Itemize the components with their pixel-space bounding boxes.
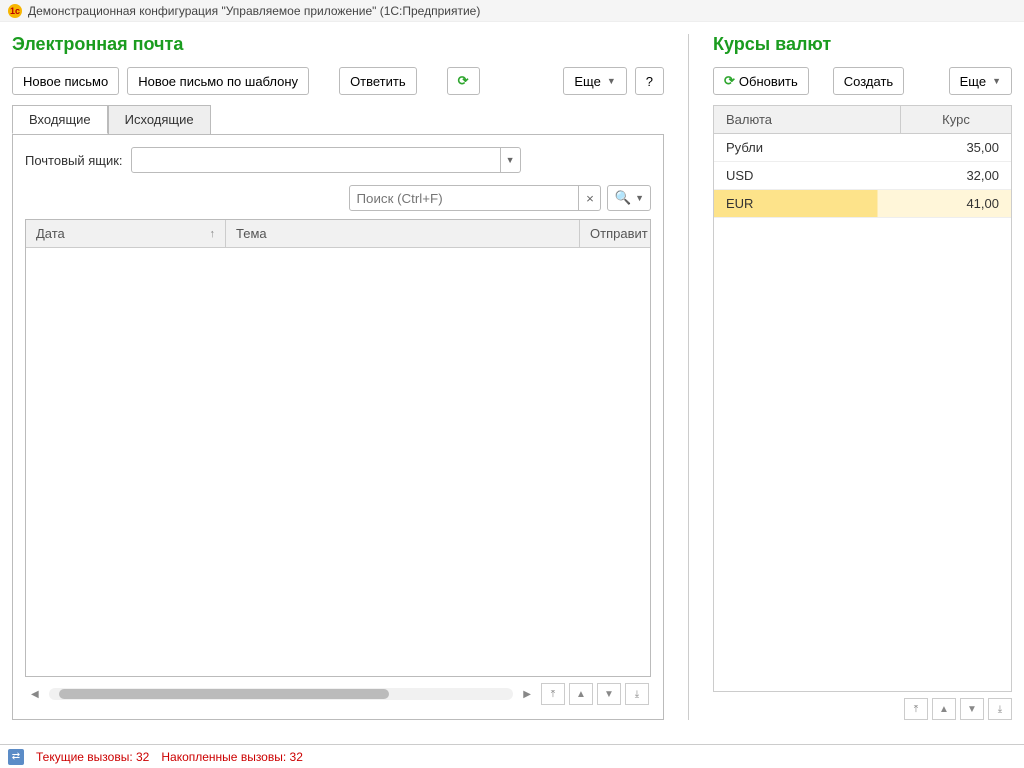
mailbox-dropdown-button[interactable]: ▼: [501, 147, 521, 173]
window-title-bar: 1c Демонстрационная конфигурация "Управл…: [0, 0, 1024, 22]
column-currency[interactable]: Валюта: [714, 106, 901, 133]
reply-button[interactable]: Ответить: [339, 67, 417, 95]
column-rate[interactable]: Курс: [901, 106, 1011, 133]
refresh-rates-button[interactable]: ⟳Обновить: [713, 67, 809, 95]
rate-currency: USD: [714, 168, 901, 183]
rates-more-button[interactable]: Еще▼: [949, 67, 1012, 95]
rates-nav-up-button[interactable]: ▲: [932, 698, 956, 720]
email-toolbar: Новое письмо Новое письмо по шаблону Отв…: [12, 67, 664, 95]
search-button[interactable]: 🔍▼: [607, 185, 651, 211]
nav-down-button[interactable]: ▼: [597, 683, 621, 705]
new-mail-button[interactable]: Новое письмо: [12, 67, 119, 95]
rate-value: 35,00: [901, 140, 1011, 155]
email-grid-body[interactable]: [26, 248, 650, 676]
email-help-button[interactable]: ?: [635, 67, 664, 95]
tab-inbox[interactable]: Входящие: [12, 105, 108, 134]
rates-panel: Курсы валют ⟳Обновить Создать Еще▼ Валют…: [701, 34, 1012, 720]
email-more-button[interactable]: Еще▼: [563, 67, 626, 95]
email-tabs: Входящие Исходящие: [12, 105, 664, 135]
status-current-calls: Текущие вызовы: 32: [36, 750, 149, 764]
rates-nav-first-button[interactable]: ⤒: [904, 698, 928, 720]
rate-value: 41,00: [901, 196, 1011, 211]
email-panel-title: Электронная почта: [12, 34, 664, 55]
mailbox-label: Почтовый ящик:: [25, 153, 123, 168]
nav-last-button[interactable]: ⤓: [625, 683, 649, 705]
email-panel: Электронная почта Новое письмо Новое пис…: [12, 34, 664, 720]
rate-row[interactable]: USD32,00: [714, 162, 1011, 190]
column-from[interactable]: Отправит: [580, 220, 650, 247]
rate-value: 32,00: [901, 168, 1011, 183]
email-grid: Дата↑ Тема Отправит: [25, 219, 651, 677]
search-input[interactable]: [349, 185, 579, 211]
rates-nav-down-button[interactable]: ▼: [960, 698, 984, 720]
scroll-right-button[interactable]: ▶: [519, 689, 535, 700]
rate-row[interactable]: EUR41,00: [714, 190, 1011, 218]
rate-row[interactable]: Рубли35,00: [714, 134, 1011, 162]
panel-divider: [688, 34, 689, 720]
sort-ascending-icon: ↑: [210, 228, 216, 240]
refresh-icon: ⟳: [724, 73, 735, 89]
refresh-email-button[interactable]: ⟳: [447, 67, 480, 95]
rates-grid-header: Валюта Курс: [714, 106, 1011, 134]
search-icon: 🔍: [614, 190, 631, 206]
rate-currency: Рубли: [714, 140, 901, 155]
rates-grid-body[interactable]: Рубли35,00USD32,00EUR41,00: [714, 134, 1011, 691]
rates-nav-last-button[interactable]: ⤓: [988, 698, 1012, 720]
horizontal-scrollbar[interactable]: [49, 688, 514, 700]
scroll-left-button[interactable]: ◀: [27, 689, 43, 700]
window-title: Демонстрационная конфигурация "Управляем…: [28, 4, 480, 18]
app-icon: 1c: [8, 4, 22, 18]
nav-up-button[interactable]: ▲: [569, 683, 593, 705]
create-rate-button[interactable]: Создать: [833, 67, 904, 95]
refresh-icon: ⟳: [458, 73, 469, 89]
status-bar: ⇄ Текущие вызовы: 32 Накопленные вызовы:…: [0, 744, 1024, 768]
chevron-down-icon: ▼: [607, 76, 616, 86]
rates-toolbar: ⟳Обновить Создать Еще▼: [713, 67, 1012, 95]
rates-panel-title: Курсы валют: [713, 34, 1012, 55]
new-mail-template-button[interactable]: Новое письмо по шаблону: [127, 67, 309, 95]
chevron-down-icon: ▼: [992, 76, 1001, 86]
nav-first-button[interactable]: ⤒: [541, 683, 565, 705]
rate-currency: EUR: [714, 196, 901, 211]
email-grid-header: Дата↑ Тема Отправит: [26, 220, 650, 248]
column-subject[interactable]: Тема: [226, 220, 580, 247]
search-clear-button[interactable]: ×: [579, 185, 601, 211]
status-accumulated-calls: Накопленные вызовы: 32: [161, 750, 303, 764]
status-icon: ⇄: [8, 749, 24, 765]
tab-outbox[interactable]: Исходящие: [108, 105, 211, 134]
email-content: Почтовый ящик: ▼ × 🔍▼ Дата↑ Тема Отправи…: [12, 134, 664, 720]
chevron-down-icon: ▼: [635, 193, 644, 203]
rates-grid: Валюта Курс Рубли35,00USD32,00EUR41,00: [713, 105, 1012, 692]
column-date[interactable]: Дата↑: [26, 220, 226, 247]
mailbox-input[interactable]: [131, 147, 501, 173]
